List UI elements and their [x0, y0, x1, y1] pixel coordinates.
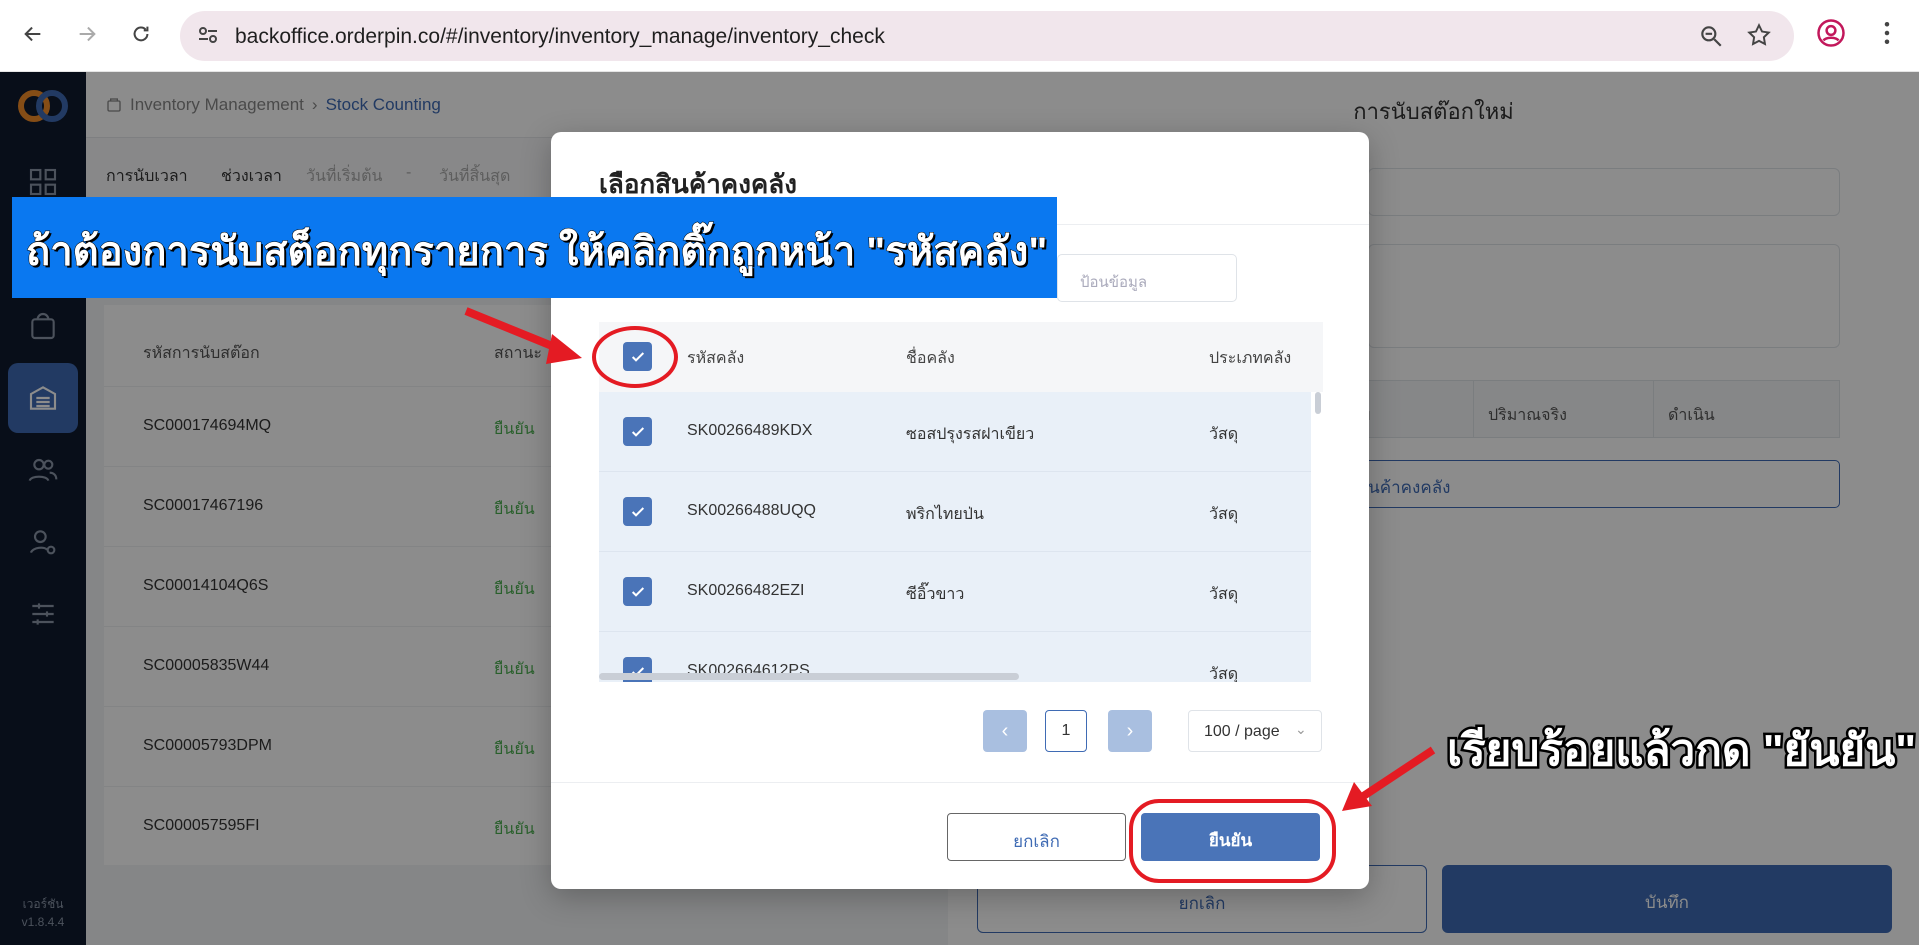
annotation-arrows — [464, 307, 1436, 811]
arrow-head-checkbox — [546, 334, 582, 364]
arrow-to-confirm — [1359, 746, 1436, 801]
arrow-to-checkbox — [464, 307, 564, 354]
